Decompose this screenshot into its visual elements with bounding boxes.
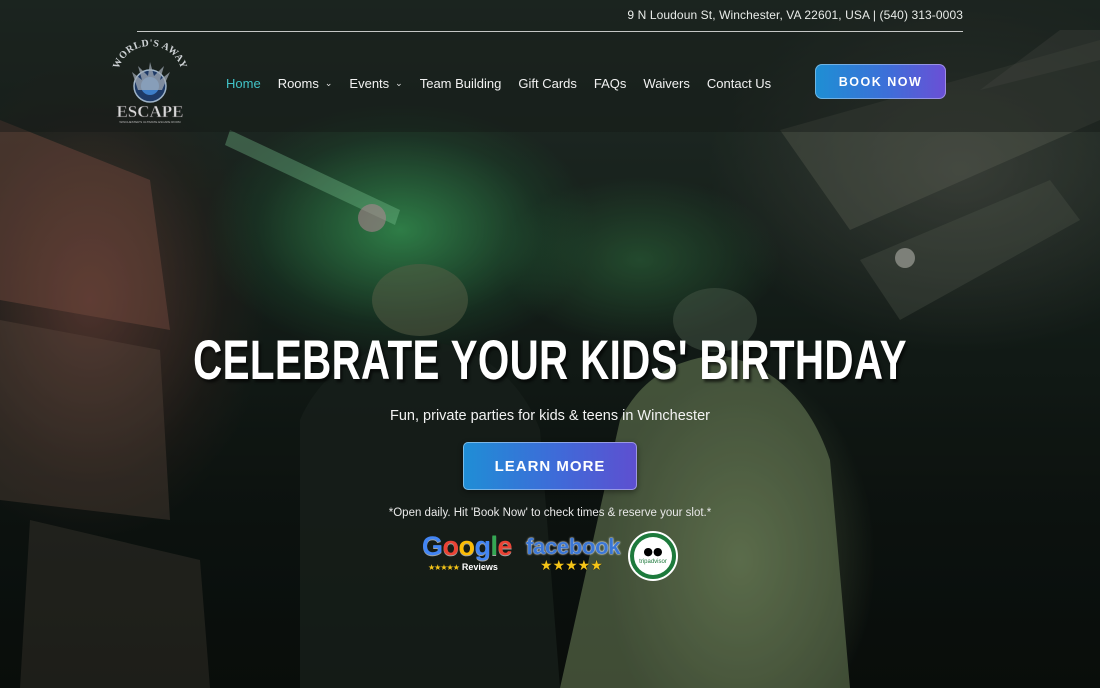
book-now-button[interactable]: BOOK NOW	[815, 64, 946, 99]
tripadvisor-name: tripadvisor	[639, 559, 667, 565]
review-badges: Google ★★★★★ Reviews facebook ★★★★★ ●● tr…	[418, 530, 684, 582]
google-reviews-label: Reviews	[461, 562, 498, 572]
nav-item-waivers[interactable]: Waivers	[643, 76, 689, 91]
nav-item-rooms[interactable]: Rooms ⌄	[278, 76, 333, 91]
nav-item-label: Rooms	[277, 75, 319, 91]
owl-icon: ●●	[643, 545, 663, 558]
facebook-wordmark: facebook	[526, 534, 621, 559]
header-address: 9 N Loudoun St, Winchester, VA 22601, US…	[627, 8, 963, 22]
facebook-stars: ★★★★★	[540, 558, 603, 574]
nav-item-contact-us[interactable]: Contact Us	[707, 76, 771, 91]
google-stars: ★★★★★	[428, 563, 460, 572]
nav-item-label: FAQs	[593, 75, 627, 91]
main-nav: Home Rooms ⌄ Events ⌄ Team Building Gift Cards…	[226, 72, 788, 94]
nav-item-label: Home	[226, 75, 261, 91]
google-wordmark: Google	[422, 531, 513, 561]
logo-main-text: ESCAPE	[116, 102, 183, 121]
nav-item-label: Waivers	[643, 75, 690, 91]
nav-item-events[interactable]: Events ⌄	[349, 76, 402, 91]
nav-item-label: Gift Cards	[518, 75, 577, 91]
hero-subtitle: Fun, private parties for kids & teens in…	[390, 408, 710, 424]
nav-item-home[interactable]: Home	[226, 76, 261, 91]
nav-item-label: Events	[349, 75, 390, 91]
logo-tagline: WINCHESTER'S ULTIMATE ESCAPE ROOM	[119, 120, 181, 124]
hero-note: *Open daily. Hit 'Book Now' to check tim…	[388, 507, 712, 519]
nav-item-label: Contact Us	[706, 75, 772, 91]
nav-item-faqs[interactable]: FAQs	[594, 76, 627, 91]
chevron-down-icon: ⌄	[324, 77, 333, 88]
nav-item-gift-cards[interactable]: Gift Cards	[518, 76, 577, 91]
nav-item-team-building[interactable]: Team Building	[420, 76, 502, 91]
tripadvisor-badge[interactable]: ●● tripadvisor	[628, 531, 678, 581]
header-divider	[137, 31, 963, 32]
hero-headline: CELEBRATE YOUR KIDS' BIRTHDAY	[193, 328, 907, 391]
site-logo[interactable]: WORLD'S AWAY ESCAPE WINCHESTER'S ULTIMAT…	[108, 38, 192, 124]
chevron-down-icon: ⌄	[395, 77, 403, 88]
learn-more-button[interactable]: LEARN MORE	[463, 442, 637, 490]
nav-item-label: Team Building	[419, 75, 502, 91]
